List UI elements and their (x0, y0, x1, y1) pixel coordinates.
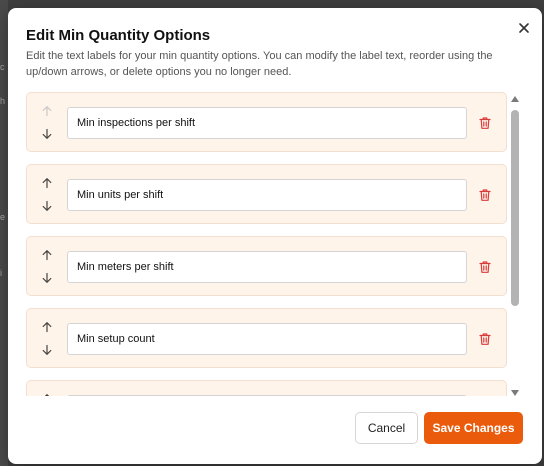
save-changes-button[interactable]: Save Changes (424, 412, 523, 444)
background-text-fragment: h (0, 96, 6, 106)
move-down-button[interactable] (36, 268, 58, 288)
arrow-up-icon (42, 322, 52, 333)
option-row (26, 308, 507, 368)
delete-option-button[interactable] (475, 257, 495, 277)
scroll-thumb[interactable] (511, 110, 519, 306)
move-down-button[interactable] (36, 124, 58, 144)
scroll-down-arrow-icon[interactable] (509, 388, 521, 398)
delete-option-button[interactable] (475, 329, 495, 349)
move-down-button[interactable] (36, 196, 58, 216)
option-label-input[interactable] (67, 179, 467, 211)
trash-icon (479, 333, 491, 345)
option-label-input[interactable] (67, 251, 467, 283)
move-up-button[interactable] (36, 389, 58, 396)
trash-icon (479, 189, 491, 201)
move-up-button[interactable] (36, 317, 58, 337)
background-text-fragment: i (0, 268, 2, 278)
move-down-button[interactable] (36, 340, 58, 360)
arrow-down-icon (42, 344, 52, 355)
background-text-fragment: e (0, 212, 6, 222)
trash-icon (479, 261, 491, 273)
option-row (26, 236, 507, 296)
dialog-description: Edit the text labels for your min quanti… (26, 50, 493, 78)
options-scrollbar[interactable] (509, 94, 521, 398)
scroll-up-arrow-icon[interactable] (509, 94, 521, 104)
delete-option-button[interactable] (475, 185, 495, 205)
arrow-up-icon (42, 250, 52, 261)
option-label-input[interactable] (67, 323, 467, 355)
arrow-down-icon (42, 272, 52, 283)
dialog-title: Edit Min Quantity Options (26, 27, 211, 44)
close-button[interactable] (516, 20, 532, 36)
trash-icon (479, 117, 491, 129)
options-list (26, 92, 509, 396)
close-icon (519, 23, 529, 33)
delete-option-button[interactable] (475, 113, 495, 133)
option-label-input[interactable] (67, 107, 467, 139)
arrow-up-icon (42, 106, 52, 117)
cancel-button[interactable]: Cancel (355, 412, 418, 444)
arrow-up-icon (42, 178, 52, 189)
arrow-down-icon (42, 128, 52, 139)
option-row (26, 380, 507, 396)
move-up-button[interactable] (36, 245, 58, 265)
move-up-button[interactable] (36, 173, 58, 193)
arrow-up-icon (44, 394, 50, 396)
option-label-input[interactable] (67, 395, 467, 396)
option-row (26, 164, 507, 224)
option-row (26, 92, 507, 152)
edit-options-dialog: Edit Min Quantity Options Edit the text … (8, 8, 542, 464)
move-up-button (36, 101, 58, 121)
background-text-fragment: c (0, 62, 5, 72)
arrow-down-icon (42, 200, 52, 211)
